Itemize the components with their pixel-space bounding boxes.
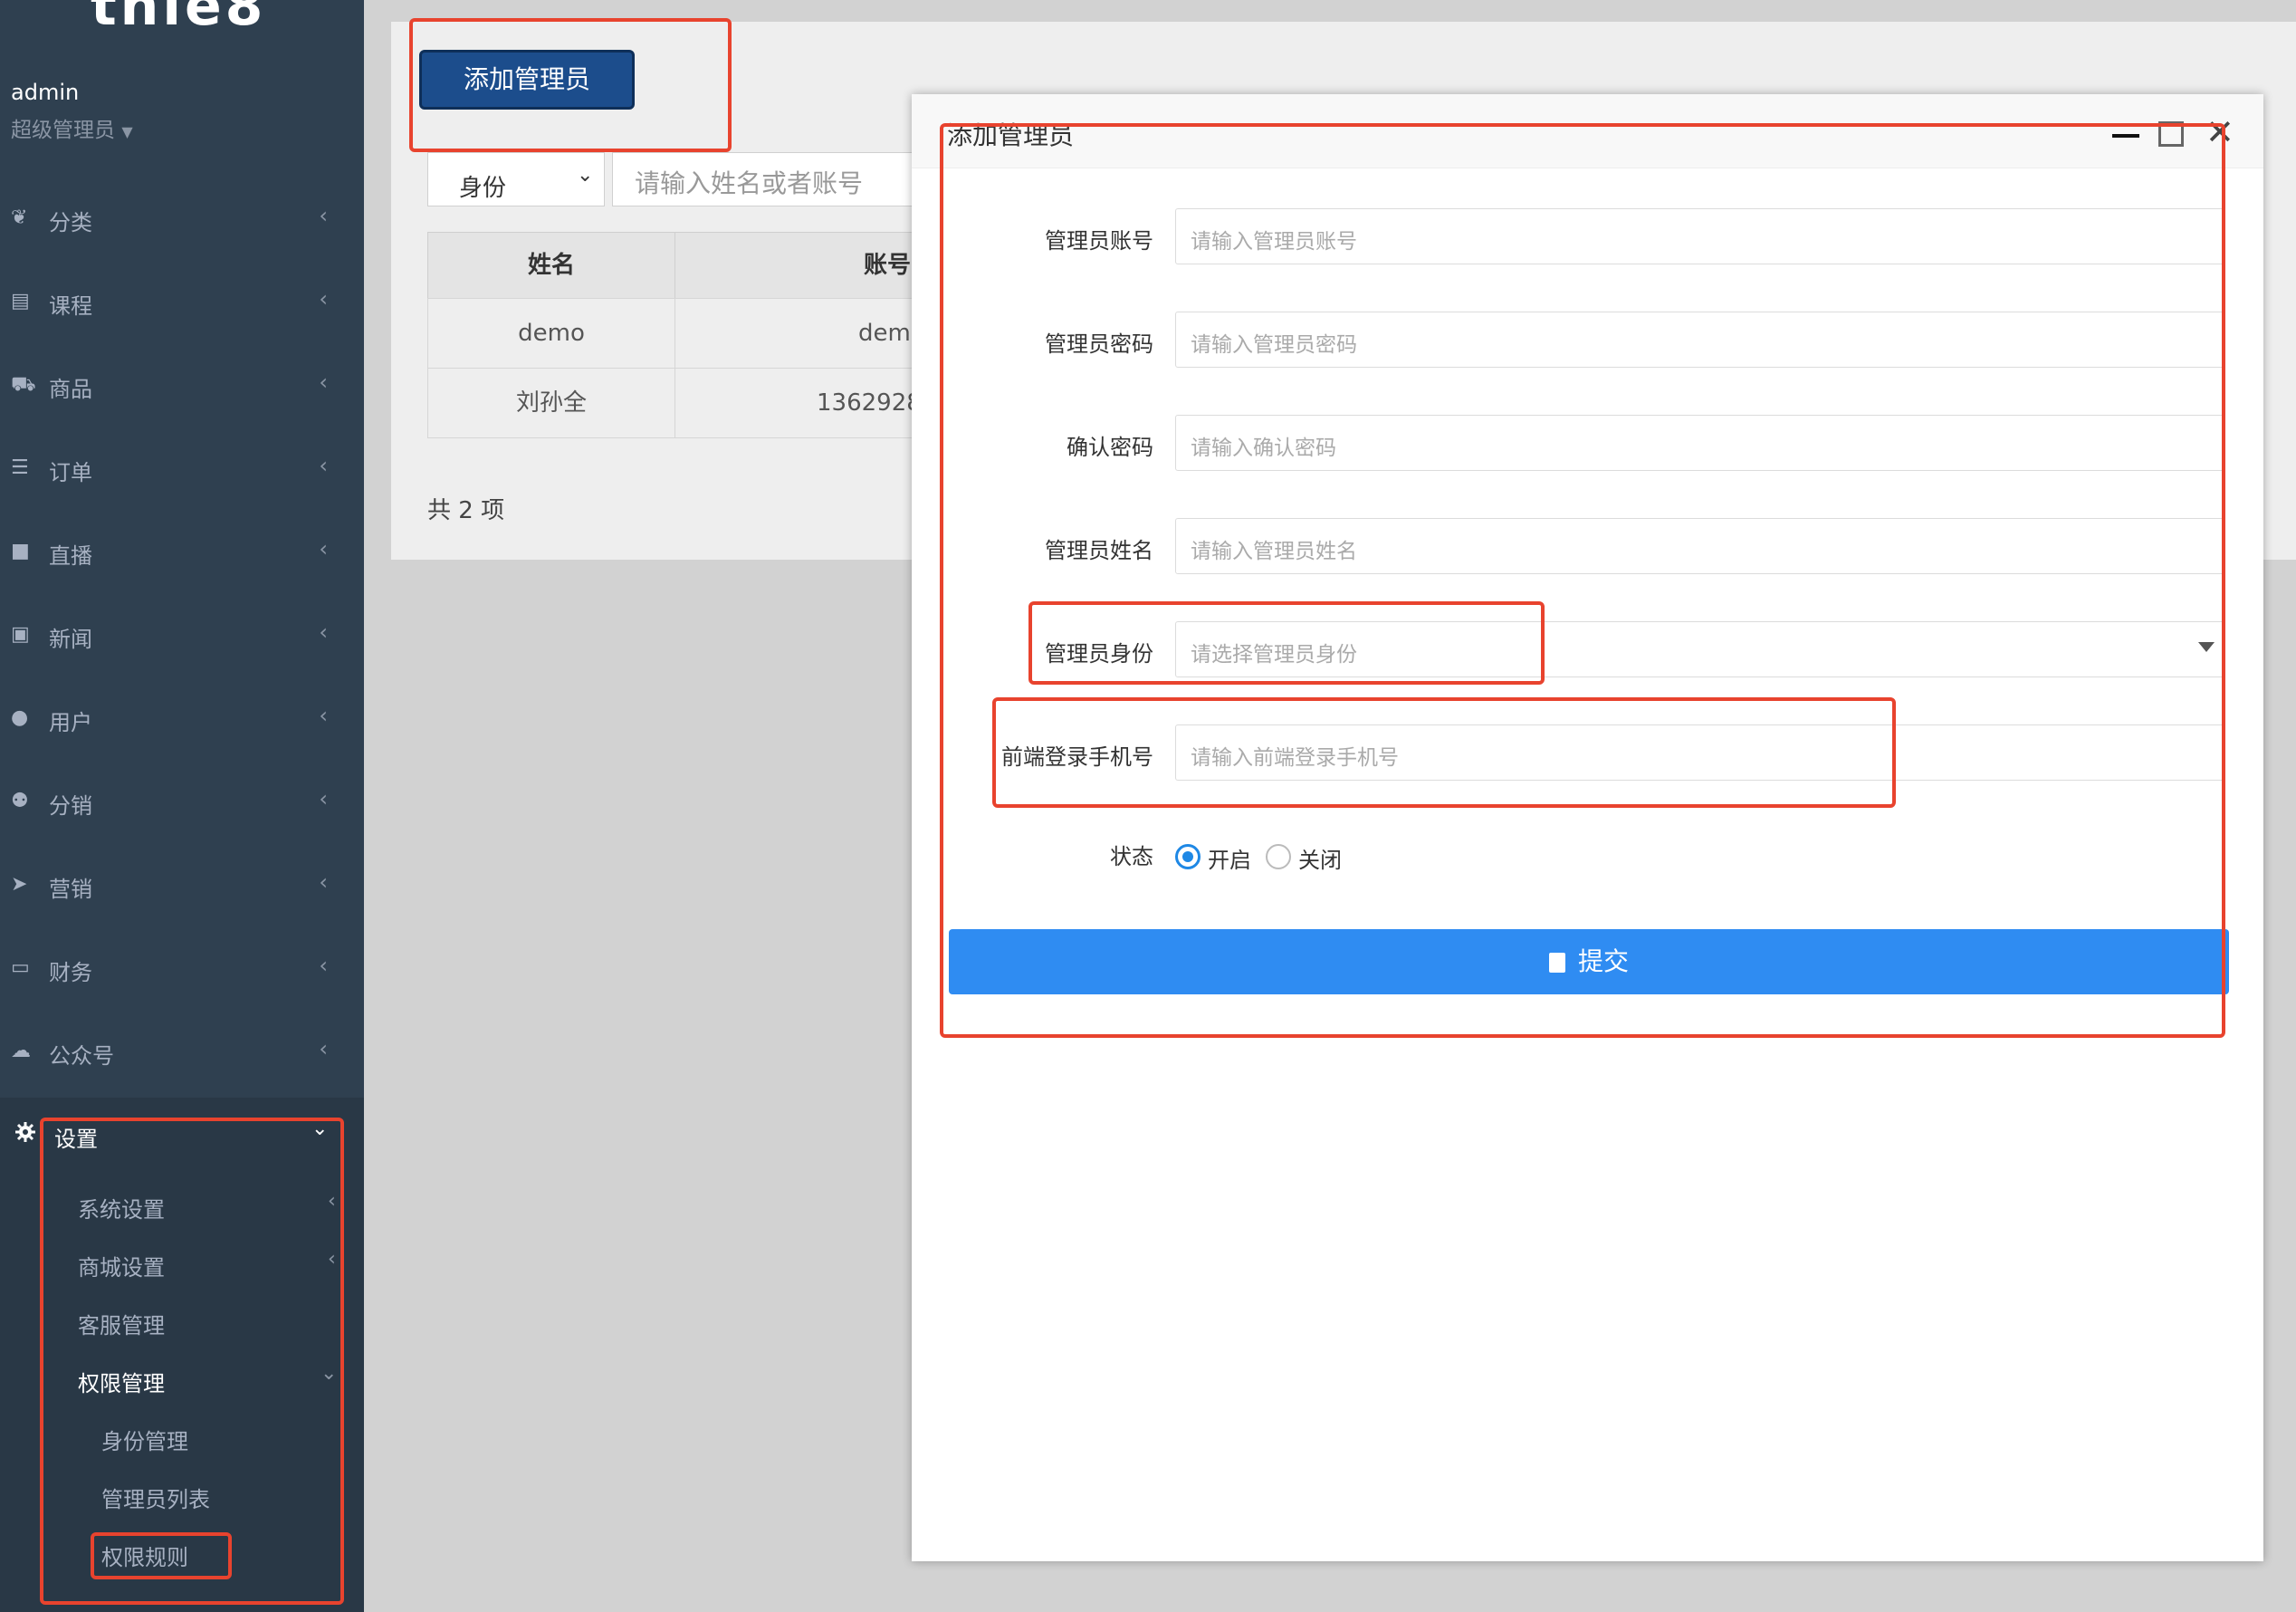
sidebar-item[interactable]: ⚉ 分销 ‹ — [0, 775, 364, 830]
chevron-left-icon: ‹ — [319, 286, 328, 312]
chevron-left-icon: ‹ — [319, 1036, 328, 1061]
cart-icon: ⛟ — [11, 373, 36, 396]
user-icon: ● — [11, 706, 29, 729]
sidebar-item[interactable]: ▭ 财务 ‹ — [0, 942, 364, 996]
chevron-left-icon: ‹ — [319, 953, 328, 978]
chevron-left-icon: ‹ — [319, 703, 328, 728]
sidebar-item[interactable]: ▣ 新闻 ‹ — [0, 609, 364, 663]
sidebar-item-label: 商品 — [49, 377, 92, 402]
highlight-phone-field — [992, 697, 1896, 808]
table-cell-name: demo — [427, 298, 675, 369]
caret-down-icon: ▼ — [121, 123, 133, 140]
table-cell-account: 13629289 — [674, 368, 936, 438]
highlight-add-button — [409, 18, 732, 152]
table-header-name: 姓名 — [427, 232, 675, 299]
role-filter-value: 身份 — [459, 175, 507, 202]
search-input[interactable]: 请输入姓名或者账号 — [612, 152, 920, 206]
sidebar-item[interactable]: ➤ 营销 ‹ — [0, 859, 364, 913]
money-icon: ▭ — [11, 956, 30, 979]
sidebar-item-label: 营销 — [49, 877, 92, 902]
users-icon: ⚉ — [11, 790, 29, 812]
table-cell-account: demo — [674, 298, 928, 369]
sidebar-item-label: 公众号 — [49, 1043, 114, 1069]
sidebar-item-label: 直播 — [49, 543, 92, 569]
app-logo: thie8 — [91, 0, 267, 38]
video-camera-icon: ■ — [11, 540, 30, 562]
total-count: 共 2 项 — [427, 497, 505, 524]
chevron-left-icon: ‹ — [319, 453, 328, 478]
highlight-modal-form — [940, 123, 2225, 1038]
highlight-role-field — [1028, 601, 1545, 685]
sidebar-item-label: 财务 — [49, 960, 92, 985]
chevron-left-icon: ‹ — [319, 619, 328, 645]
user-name[interactable]: admin — [11, 80, 79, 105]
chevron-left-icon: ‹ — [319, 869, 328, 895]
chevron-down-icon: ⌄ — [577, 164, 594, 187]
chevron-left-icon: ‹ — [319, 536, 328, 561]
sidebar-item[interactable]: ☰ 订单 ‹ — [0, 442, 364, 496]
sidebar-item[interactable]: ▤ 课程 ‹ — [0, 275, 364, 330]
user-role-dropdown[interactable]: 超级管理员 ▼ — [11, 112, 133, 143]
sidebar-item-label: 新闻 — [49, 627, 92, 652]
list-icon: ☰ — [11, 456, 29, 479]
book-icon: ▤ — [11, 290, 30, 312]
sidebar-item[interactable]: ❦ 分类 ‹ — [0, 192, 364, 246]
role-filter-select[interactable]: 身份 ⌄ — [427, 152, 605, 206]
sidebar-item-label: 分销 — [49, 793, 92, 819]
sidebar-item-label: 课程 — [49, 293, 92, 319]
gear-icon — [14, 1121, 36, 1143]
sidebar-item-label: 用户 — [49, 710, 92, 735]
chevron-left-icon: ‹ — [319, 786, 328, 811]
table-cell-name: 刘孙全 — [427, 368, 675, 438]
paper-plane-icon: ➤ — [11, 873, 28, 896]
highlight-permission-rules — [91, 1532, 232, 1579]
sidebar-item[interactable]: ☁ 公众号 ‹ — [0, 1025, 364, 1079]
sidebar-item[interactable]: ⛟ 商品 ‹ — [0, 359, 364, 413]
sidebar-item[interactable]: ■ 直播 ‹ — [0, 525, 364, 580]
table-header-account: 账号 — [674, 232, 928, 299]
chevron-left-icon: ‹ — [319, 203, 328, 228]
leaf-icon: ❦ — [11, 206, 28, 229]
image-icon: ▣ — [11, 623, 30, 646]
sidebar-item-label: 分类 — [49, 210, 92, 235]
wechat-icon: ☁ — [11, 1040, 31, 1062]
chevron-left-icon: ‹ — [319, 369, 328, 395]
sidebar-item[interactable]: ● 用户 ‹ — [0, 692, 364, 746]
sidebar-item-label: 订单 — [49, 460, 92, 485]
user-role-label: 超级管理员 — [11, 119, 115, 142]
